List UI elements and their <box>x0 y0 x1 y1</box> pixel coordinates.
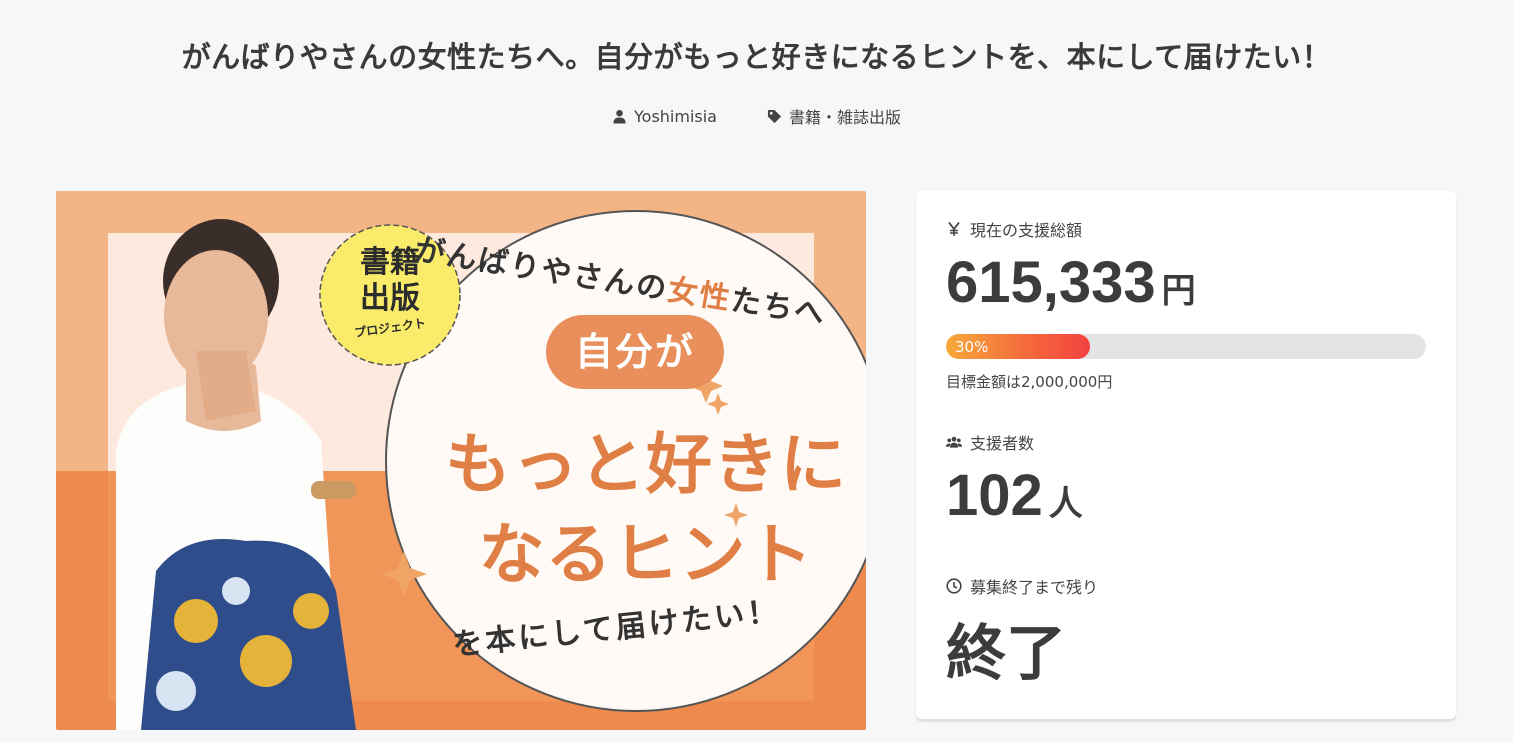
author-name[interactable]: Yoshimisia <box>634 107 717 126</box>
progress-fill: 30% <box>946 334 1090 359</box>
author-link[interactable]: Yoshimisia <box>612 104 717 128</box>
amount-unit: 円 <box>1161 272 1196 310</box>
project-page: がんばりやさんの女性たちへ。自分がもっと好きになるヒントを、本にして届けたい！ … <box>0 0 1513 742</box>
hero-speech-bubble: 自分が <box>546 315 724 389</box>
funding-stats-panel: 現在の支援総額 615,333 円 30% 目標金額は2,000,000円 支援者… <box>916 191 1456 719</box>
badge-line-2: 出版 <box>360 281 420 316</box>
amount-label: 現在の支援総額 <box>970 221 1083 240</box>
category-name[interactable]: 書籍・雑誌出版 <box>789 104 901 128</box>
clock-icon <box>946 578 962 594</box>
amount-value: 615,333 <box>946 250 1156 315</box>
project-meta: Yoshimisia 書籍・雑誌出版 <box>0 104 1513 128</box>
progress-label: 30% <box>955 337 989 356</box>
remaining-label-row: 募集終了まで残り <box>946 574 1098 598</box>
backers-unit: 人 <box>1048 485 1083 523</box>
backers-value-row: 102 人 <box>946 462 1083 529</box>
users-icon <box>946 436 962 448</box>
user-icon <box>613 109 626 124</box>
yen-icon <box>948 221 960 236</box>
goal-amount: 目標金額は2,000,000円 <box>946 373 1113 391</box>
hero-headline-line-1: もっと好きに <box>445 426 847 503</box>
amount-label-row: 現在の支援総額 <box>946 217 1082 241</box>
hero-headline-line-2: なるヒント <box>478 516 814 593</box>
funding-progress-bar: 30% <box>946 334 1426 359</box>
backers-label-row: 支援者数 <box>946 430 1034 454</box>
backers-value: 102 <box>946 463 1043 528</box>
category-link[interactable]: 書籍・雑誌出版 <box>767 104 901 128</box>
amount-value-row: 615,333 円 <box>946 249 1196 316</box>
project-hero-image: 書籍 出版 プロジェクト がんばりやさんの女性たちへ 自分が もっと好きに なる… <box>56 191 866 730</box>
tag-icon <box>767 109 782 123</box>
page-title: がんばりやさんの女性たちへ。自分がもっと好きになるヒントを、本にして届けたい！ <box>181 40 1332 74</box>
backers-label: 支援者数 <box>970 434 1035 453</box>
remaining-label: 募集終了まで残り <box>970 578 1099 597</box>
remaining-value: 終了 <box>946 620 1066 687</box>
